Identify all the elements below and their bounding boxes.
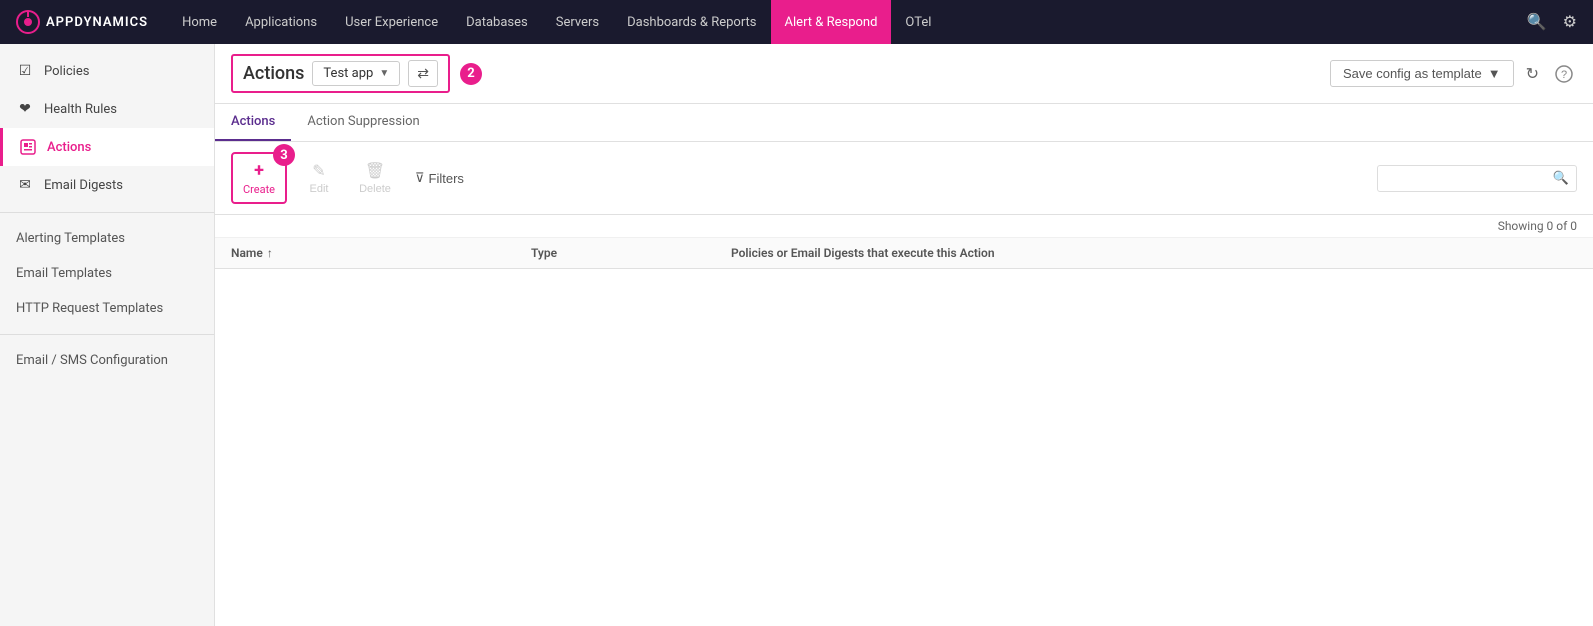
- nav-item-otel[interactable]: OTel: [891, 0, 945, 44]
- edit-label: Edit: [310, 183, 329, 195]
- sidebar-label-health-rules: Health Rules: [44, 102, 117, 117]
- sidebar-item-health-rules[interactable]: ❤ Health Rules: [0, 90, 214, 128]
- sidebar-label-http-request-templates: HTTP Request Templates: [16, 301, 163, 316]
- app-name-label: APPDYNAMICS: [46, 15, 148, 30]
- sidebar-item-email-digests[interactable]: ✉ Email Digests: [0, 166, 214, 204]
- refresh-button[interactable]: ↻: [1522, 60, 1543, 88]
- sidebar-label-email-templates: Email Templates: [16, 266, 112, 281]
- content-title-box: Actions Test app ▼ ⇄: [231, 54, 450, 93]
- delete-label: Delete: [359, 183, 391, 195]
- nav-items: Home Applications User Experience Databa…: [168, 0, 1527, 44]
- search-input[interactable]: [1377, 165, 1577, 192]
- edit-button[interactable]: ✎ Edit: [295, 152, 343, 204]
- filters-label: Filters: [429, 171, 464, 186]
- nav-item-applications[interactable]: Applications: [231, 0, 331, 44]
- sidebar-item-alerting-templates[interactable]: Alerting Templates: [0, 221, 214, 256]
- sidebar-item-email-sms-config[interactable]: Email / SMS Configuration: [0, 343, 214, 378]
- sidebar-label-email-sms-config: Email / SMS Configuration: [16, 353, 168, 368]
- appdynamics-logo: [16, 10, 40, 34]
- policies-icon: ☑: [16, 62, 34, 80]
- nav-item-home[interactable]: Home: [168, 0, 231, 44]
- header-right: Save config as template ▼ ↻ ?: [1330, 60, 1577, 88]
- nav-item-servers[interactable]: Servers: [542, 0, 613, 44]
- sidebar-label-email-digests: Email Digests: [44, 178, 123, 193]
- annotation-badge-2: 2: [460, 63, 482, 85]
- edit-icon: ✎: [312, 161, 325, 181]
- health-rules-icon: ❤: [16, 100, 34, 118]
- plus-icon: +: [254, 160, 264, 181]
- sidebar-item-policies[interactable]: ☑ Policies: [0, 52, 214, 90]
- nav-item-alert-respond[interactable]: Alert & Respond: [771, 0, 892, 44]
- svg-text:?: ?: [1561, 69, 1567, 81]
- sidebar-item-actions[interactable]: Actions: [0, 128, 214, 166]
- sidebar-label-actions: Actions: [47, 140, 91, 155]
- trash-icon: 🗑: [365, 161, 385, 181]
- tab-actions[interactable]: Actions: [215, 104, 291, 141]
- search-area: 🔍: [1377, 165, 1577, 192]
- sidebar-divider-2: [0, 334, 214, 335]
- sidebar-divider: [0, 212, 214, 213]
- annotation-badge-3: 3: [273, 144, 295, 166]
- actions-icon: [19, 138, 37, 156]
- tab-action-suppression[interactable]: Action Suppression: [291, 104, 435, 141]
- table-area: [215, 269, 1593, 626]
- app-selector[interactable]: Test app ▼: [312, 61, 400, 86]
- create-button[interactable]: 3 + Create: [231, 152, 287, 204]
- sidebar-item-email-templates[interactable]: Email Templates: [0, 256, 214, 291]
- global-settings-button[interactable]: ⚙: [1563, 12, 1577, 32]
- col-header-type: Type: [531, 246, 731, 260]
- search-icon: 🔍: [1553, 171, 1569, 186]
- col-header-name: Name ↑: [231, 246, 531, 260]
- app-selector-label: Test app: [323, 66, 373, 81]
- nav-item-databases[interactable]: Databases: [452, 0, 542, 44]
- sort-icon: ↑: [267, 246, 273, 260]
- nav-right-icons: 🔍 ⚙: [1527, 12, 1577, 32]
- sidebar-item-http-request-templates[interactable]: HTTP Request Templates: [0, 291, 214, 326]
- nav-item-user-experience[interactable]: User Experience: [331, 0, 452, 44]
- tabs-bar: Actions Action Suppression: [215, 104, 1593, 142]
- save-config-label: Save config as template: [1343, 66, 1482, 81]
- showing-count: Showing 0 of 0: [215, 215, 1593, 238]
- nav-item-dashboards-reports[interactable]: Dashboards & Reports: [613, 0, 770, 44]
- logo-area[interactable]: APPDYNAMICS: [16, 10, 148, 34]
- delete-button[interactable]: 🗑 Delete: [351, 152, 399, 204]
- search-input-wrap: 🔍: [1377, 165, 1577, 192]
- global-search-button[interactable]: 🔍: [1527, 12, 1547, 32]
- filters-button[interactable]: ⊽ Filters: [407, 166, 472, 190]
- save-config-button[interactable]: Save config as template ▼: [1330, 60, 1514, 87]
- filter-icon: ⊽: [415, 170, 425, 186]
- chevron-down-icon: ▼: [379, 68, 389, 79]
- sidebar-label-policies: Policies: [44, 64, 89, 79]
- top-nav: APPDYNAMICS Home Applications User Exper…: [0, 0, 1593, 44]
- help-button[interactable]: ?: [1551, 61, 1577, 87]
- sidebar-label-alerting-templates: Alerting Templates: [16, 231, 125, 246]
- content-header: Actions Test app ▼ ⇄ 2 Save config as te…: [215, 44, 1593, 104]
- sidebar: ☑ Policies ❤ Health Rules Actions ✉ Emai…: [0, 44, 215, 626]
- page-title: Actions: [243, 63, 304, 84]
- dropdown-arrow-icon: ▼: [1488, 66, 1501, 81]
- content-area: Actions Test app ▼ ⇄ 2 Save config as te…: [215, 44, 1593, 626]
- sync-button[interactable]: ⇄: [408, 60, 438, 87]
- create-label: Create: [243, 183, 275, 196]
- toolbar: 3 + Create ✎ Edit 🗑 Delete ⊽ Filters 🔍: [215, 142, 1593, 215]
- email-digests-icon: ✉: [16, 176, 34, 194]
- help-icon: ?: [1555, 65, 1573, 83]
- col-header-policies: Policies or Email Digests that execute t…: [731, 246, 1577, 260]
- table-header: Name ↑ Type Policies or Email Digests th…: [215, 238, 1593, 269]
- main-layout: ☑ Policies ❤ Health Rules Actions ✉ Emai…: [0, 44, 1593, 626]
